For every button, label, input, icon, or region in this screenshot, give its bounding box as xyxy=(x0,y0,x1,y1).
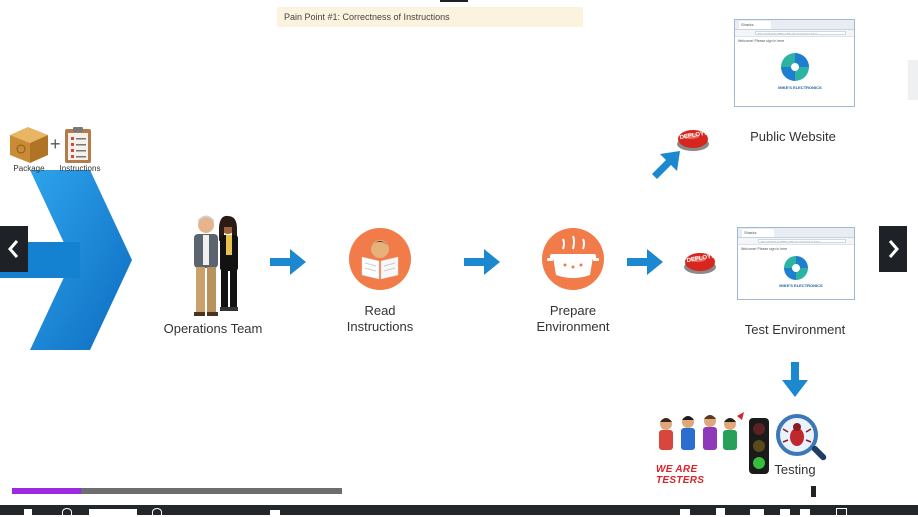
test-environment-label: Test Environment xyxy=(744,322,846,337)
browser-url: http://127.0.0.1/Mikes/Electronics/index… xyxy=(758,239,846,243)
arrow-right-icon xyxy=(270,249,306,275)
top-marker xyxy=(440,0,468,2)
magnifier-bug-icon xyxy=(776,414,827,461)
speed-icon[interactable] xyxy=(680,509,690,515)
captions-icon[interactable] xyxy=(750,509,764,515)
read-instructions-icon xyxy=(349,228,411,290)
browser-welcome: Welcome! Please sign in here xyxy=(741,247,788,251)
testing-label: Testing xyxy=(774,462,816,477)
video-progress-marker[interactable] xyxy=(811,486,816,497)
read-label-line1: Read xyxy=(364,303,396,318)
electronics-brand: MIKE'S ELECTRONICS xyxy=(779,283,823,288)
prepare-label-line2: Environment xyxy=(536,319,610,334)
package-label: Package xyxy=(13,164,45,173)
browser-url: http://127.0.0.1/Mikes/Electronics/index… xyxy=(755,31,846,35)
fullscreen-icon[interactable] xyxy=(836,508,847,517)
package-icon xyxy=(8,125,50,165)
public-website-browser: Sharks http://127.0.0.1/Mikes/Electronic… xyxy=(734,19,855,107)
previous-slide-button[interactable] xyxy=(0,226,28,272)
cooking-pot-icon xyxy=(542,228,604,290)
operations-team-people-icon xyxy=(194,215,238,316)
slide: Pain Point #1: Correctness of Instructio… xyxy=(0,0,918,486)
volume-icon[interactable] xyxy=(270,510,280,515)
browser-tab: Sharks xyxy=(739,21,771,29)
chevron-left-icon xyxy=(8,240,19,258)
deploy-button-icon: DEPLOY! xyxy=(676,126,710,152)
chevron-right-icon xyxy=(888,240,899,258)
read-label-line2: Instructions xyxy=(346,319,414,334)
prepare-label-line1: Prepare xyxy=(549,303,597,318)
deploy-button-icon: DEPLOY! xyxy=(683,249,717,275)
player-control-bar xyxy=(0,505,918,517)
settings-icon[interactable] xyxy=(780,509,790,515)
notes-icon[interactable] xyxy=(716,508,725,515)
public-website-label: Public Website xyxy=(750,129,836,144)
video-progress-fill xyxy=(12,488,81,494)
time-display xyxy=(89,509,137,515)
arrow-right-icon xyxy=(464,249,500,275)
browser-tab: Sharks xyxy=(742,229,774,237)
electronics-logo-icon xyxy=(781,53,809,81)
electronics-logo-icon xyxy=(784,256,808,280)
scrollbar-hint xyxy=(908,60,918,100)
arrow-down-icon xyxy=(782,362,808,397)
arrow-up-right-icon xyxy=(652,151,680,179)
we-are-testers-text: WE ARE TESTERS xyxy=(656,464,705,486)
test-environment-browser: Sharks http://127.0.0.1/Mikes/Electronic… xyxy=(737,227,855,300)
callout-pain-point: Pain Point #1: Correctness of Instructio… xyxy=(277,7,583,27)
instructions-label: Instructions xyxy=(59,164,101,173)
next-slide-button[interactable] xyxy=(879,226,907,272)
clipboard-icon xyxy=(63,126,93,164)
arrow-right-icon xyxy=(627,249,663,275)
plus-sign: + xyxy=(50,134,61,154)
gear-icon[interactable] xyxy=(800,509,810,515)
play-icon[interactable] xyxy=(24,509,32,515)
operations-team-label: Operations Team xyxy=(163,321,263,336)
testers-heroes-icon xyxy=(659,412,744,450)
electronics-brand: MIKE'S ELECTRONICS xyxy=(778,85,822,90)
browser-welcome: Welcome! Please sign in here xyxy=(738,39,785,43)
